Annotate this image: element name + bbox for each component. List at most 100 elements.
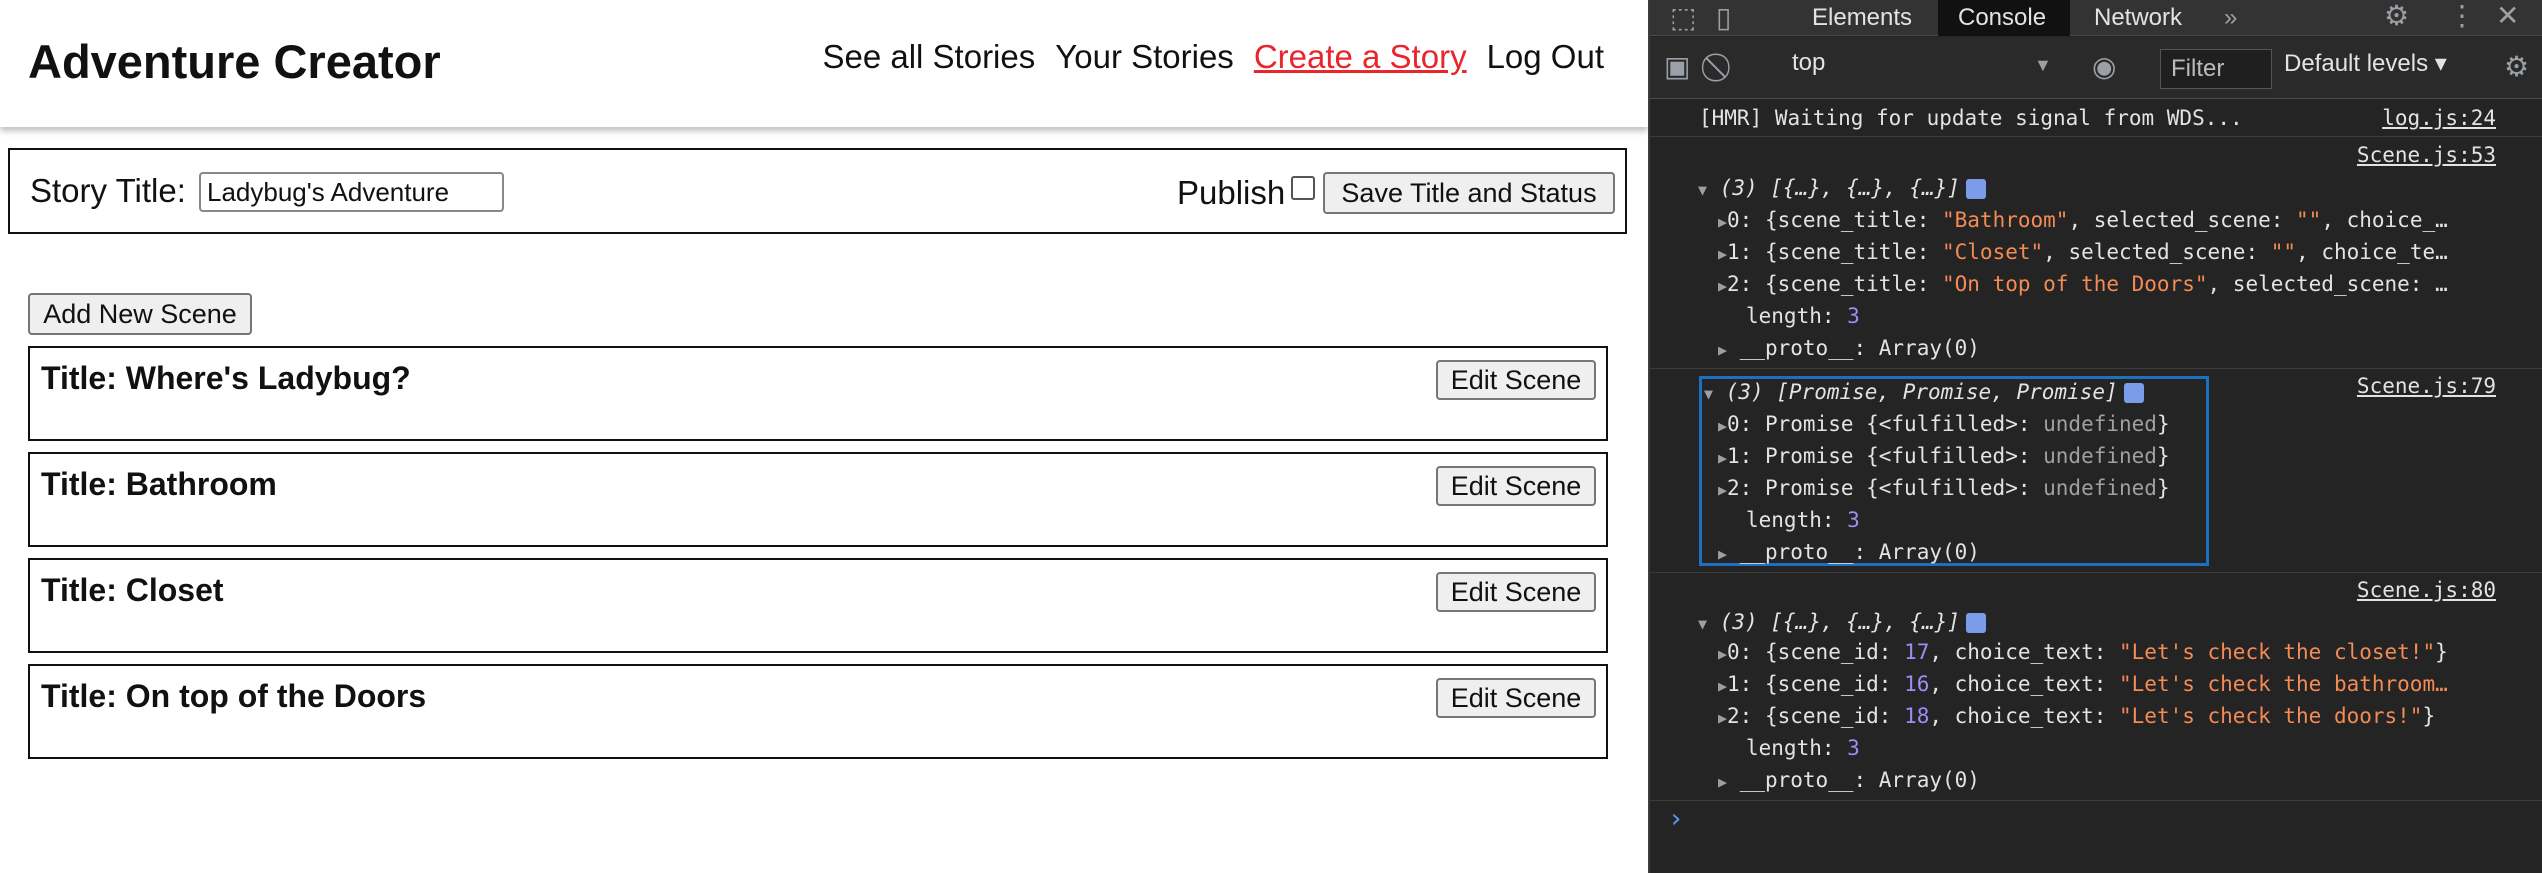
context-selector[interactable]: top bbox=[1792, 49, 1825, 77]
array-entry[interactable]: ▶2: {scene_title: "On top of the Doors",… bbox=[1718, 272, 2448, 296]
edit-scene-button[interactable]: Edit Scene bbox=[1436, 678, 1596, 718]
scene-title: Title: Closet bbox=[41, 572, 224, 608]
info-badge-icon bbox=[1965, 613, 1986, 633]
scene-title: Title: Where's Ladybug? bbox=[41, 360, 411, 396]
length-value: 3 bbox=[1847, 736, 1860, 760]
collapsed-triangle-icon: ▶ bbox=[1718, 645, 1728, 663]
array-length: length: 3 bbox=[1746, 508, 1860, 532]
array-entry[interactable]: ▶1: Promise {<fulfilled>: undefined} bbox=[1718, 444, 2170, 468]
save-title-status-button[interactable]: Save Title and Status bbox=[1323, 172, 1615, 214]
source-link[interactable]: Scene.js:80 bbox=[2357, 578, 2496, 602]
array-proto[interactable]: ▶ __proto__: Array(0) bbox=[1718, 336, 1980, 360]
story-title-input[interactable] bbox=[199, 172, 504, 212]
array-proto[interactable]: ▶ __proto__: Array(0) bbox=[1718, 768, 1980, 792]
log-group-header[interactable]: ▼ (3) [Promise, Promise, Promise] bbox=[1704, 380, 2144, 404]
tab-elements[interactable]: Elements bbox=[1812, 4, 1912, 32]
array-entry[interactable]: ▶0: {scene_title: "Bathroom", selected_s… bbox=[1718, 208, 2448, 232]
array-summary: (3) [Promise, Promise, Promise] bbox=[1725, 380, 2118, 404]
nav-your-stories[interactable]: Your Stories bbox=[1055, 38, 1234, 76]
publish-label: Publish bbox=[1177, 174, 1286, 211]
filter-input[interactable]: Filter bbox=[2160, 49, 2272, 89]
collapsed-triangle-icon: ▶ bbox=[1718, 341, 1728, 359]
scene-card: Title: Closet Edit Scene bbox=[28, 558, 1608, 653]
entry-key: Promise {<fulfilled>: bbox=[1764, 412, 2044, 436]
kebab-menu-icon[interactable]: ⋮ bbox=[2448, 2, 2476, 30]
length-value: 3 bbox=[1847, 508, 1860, 532]
entry-string: "Closet" bbox=[1942, 240, 2044, 264]
close-icon[interactable]: ✕ bbox=[2496, 2, 2519, 30]
entry-key: } bbox=[2435, 640, 2448, 664]
gear-icon[interactable]: ⚙ bbox=[2384, 2, 2409, 30]
entry-key: } bbox=[2422, 704, 2436, 728]
log-group-header[interactable]: ▼ (3) [{…}, {…}, {…}] bbox=[1698, 610, 1986, 634]
entry-key: , selected_scene: … bbox=[2207, 272, 2448, 296]
more-tabs-icon[interactable]: » bbox=[2224, 4, 2237, 32]
entry-number: 18 bbox=[1904, 704, 1930, 728]
array-entry[interactable]: ▶1: {scene_title: "Closet", selected_sce… bbox=[1718, 240, 2448, 264]
add-new-scene-button[interactable]: Add New Scene bbox=[28, 293, 252, 335]
proto-text: __proto__: Array(0) bbox=[1739, 336, 1980, 360]
entry-string: "" bbox=[2296, 208, 2322, 232]
log-levels-dropdown[interactable]: Default levels ▾ bbox=[2284, 49, 2447, 78]
tab-network[interactable]: Network bbox=[2094, 4, 2182, 32]
nav-create-a-story[interactable]: Create a Story bbox=[1254, 38, 1467, 76]
entry-undefined: undefined bbox=[2043, 412, 2157, 436]
device-toolbar-icon[interactable]: ▯ bbox=[1716, 4, 1731, 32]
expanded-triangle-icon: ▼ bbox=[1704, 385, 1714, 403]
array-entry[interactable]: ▶2: {scene_id: 18, choice_text: "Let's c… bbox=[1718, 704, 2435, 728]
collapsed-triangle-icon: ▶ bbox=[1718, 677, 1728, 695]
app-header: Adventure Creator See all Stories Your S… bbox=[0, 0, 1648, 127]
expanded-triangle-icon: ▼ bbox=[1698, 181, 1708, 199]
log-separator bbox=[1650, 572, 2542, 573]
scene-title: Title: Bathroom bbox=[41, 466, 277, 502]
entry-index: 2: bbox=[1727, 476, 1753, 500]
chevron-down-icon: ▼ bbox=[2034, 55, 2052, 75]
entry-key: , choice_text: bbox=[1929, 640, 2120, 664]
tab-console[interactable]: Console bbox=[1958, 4, 2046, 32]
entry-key: } bbox=[2156, 476, 2170, 500]
log-group-header[interactable]: ▼ (3) [{…}, {…}, {…}] bbox=[1698, 176, 1986, 200]
array-length: length: 3 bbox=[1746, 736, 1860, 760]
collapsed-triangle-icon: ▶ bbox=[1718, 213, 1728, 231]
collapsed-triangle-icon: ▶ bbox=[1718, 481, 1728, 499]
entry-string: "Let's check the closet!" bbox=[2119, 640, 2436, 664]
nav-see-all-stories[interactable]: See all Stories bbox=[822, 38, 1035, 76]
edit-scene-button[interactable]: Edit Scene bbox=[1436, 360, 1596, 400]
array-entry[interactable]: ▶1: {scene_id: 16, choice_text: "Let's c… bbox=[1718, 672, 2448, 696]
source-link[interactable]: Scene.js:53 bbox=[2357, 143, 2496, 167]
scene-title: Title: On top of the Doors bbox=[41, 678, 427, 714]
log-separator bbox=[1650, 136, 2542, 137]
entry-string: "Let's check the bathroom… bbox=[2119, 672, 2448, 696]
scene-card: Title: On top of the Doors Edit Scene bbox=[28, 664, 1608, 759]
source-link[interactable]: Scene.js:79 bbox=[2357, 374, 2496, 398]
app-title: Adventure Creator bbox=[28, 35, 441, 88]
entry-key: {scene_id: bbox=[1764, 672, 1905, 696]
sidebar-toggle-icon[interactable]: ▣ bbox=[1664, 53, 1690, 81]
eye-icon[interactable]: ◉ bbox=[2092, 53, 2116, 81]
entry-key: , choice_… bbox=[2321, 208, 2448, 232]
info-badge-icon bbox=[1965, 179, 1986, 199]
edit-scene-button[interactable]: Edit Scene bbox=[1436, 572, 1596, 612]
nav-log-out[interactable]: Log Out bbox=[1487, 38, 1604, 76]
entry-key: Promise {<fulfilled>: bbox=[1764, 476, 2044, 500]
array-length: length: 3 bbox=[1746, 304, 1860, 328]
info-badge-icon bbox=[2123, 383, 2144, 403]
scene-card: Title: Bathroom Edit Scene bbox=[28, 452, 1608, 547]
adventure-creator-app: Adventure Creator See all Stories Your S… bbox=[0, 0, 1648, 873]
entry-number: 17 bbox=[1904, 640, 1930, 664]
scene-list: Title: Where's Ladybug? Edit Scene Title… bbox=[28, 346, 1608, 770]
entry-string: "Bathroom" bbox=[1942, 208, 2069, 232]
publish-checkbox[interactable] bbox=[1291, 176, 1315, 200]
inspect-element-icon[interactable]: ⬚ bbox=[1670, 4, 1696, 32]
entry-undefined: undefined bbox=[2043, 476, 2157, 500]
console-settings-icon[interactable]: ⚙ bbox=[2504, 53, 2529, 81]
array-entry[interactable]: ▶0: Promise {<fulfilled>: undefined} bbox=[1718, 412, 2170, 436]
source-link[interactable]: log.js:24 bbox=[2382, 106, 2496, 130]
entry-number: 16 bbox=[1904, 672, 1930, 696]
edit-scene-button[interactable]: Edit Scene bbox=[1436, 466, 1596, 506]
array-entry[interactable]: ▶2: Promise {<fulfilled>: undefined} bbox=[1718, 476, 2170, 500]
array-proto[interactable]: ▶ __proto__: Array(0) bbox=[1718, 540, 1980, 564]
console-prompt-icon[interactable]: › bbox=[1668, 804, 1684, 834]
array-entry[interactable]: ▶0: {scene_id: 17, choice_text: "Let's c… bbox=[1718, 640, 2448, 664]
log-levels-label: Default levels bbox=[2284, 50, 2429, 77]
